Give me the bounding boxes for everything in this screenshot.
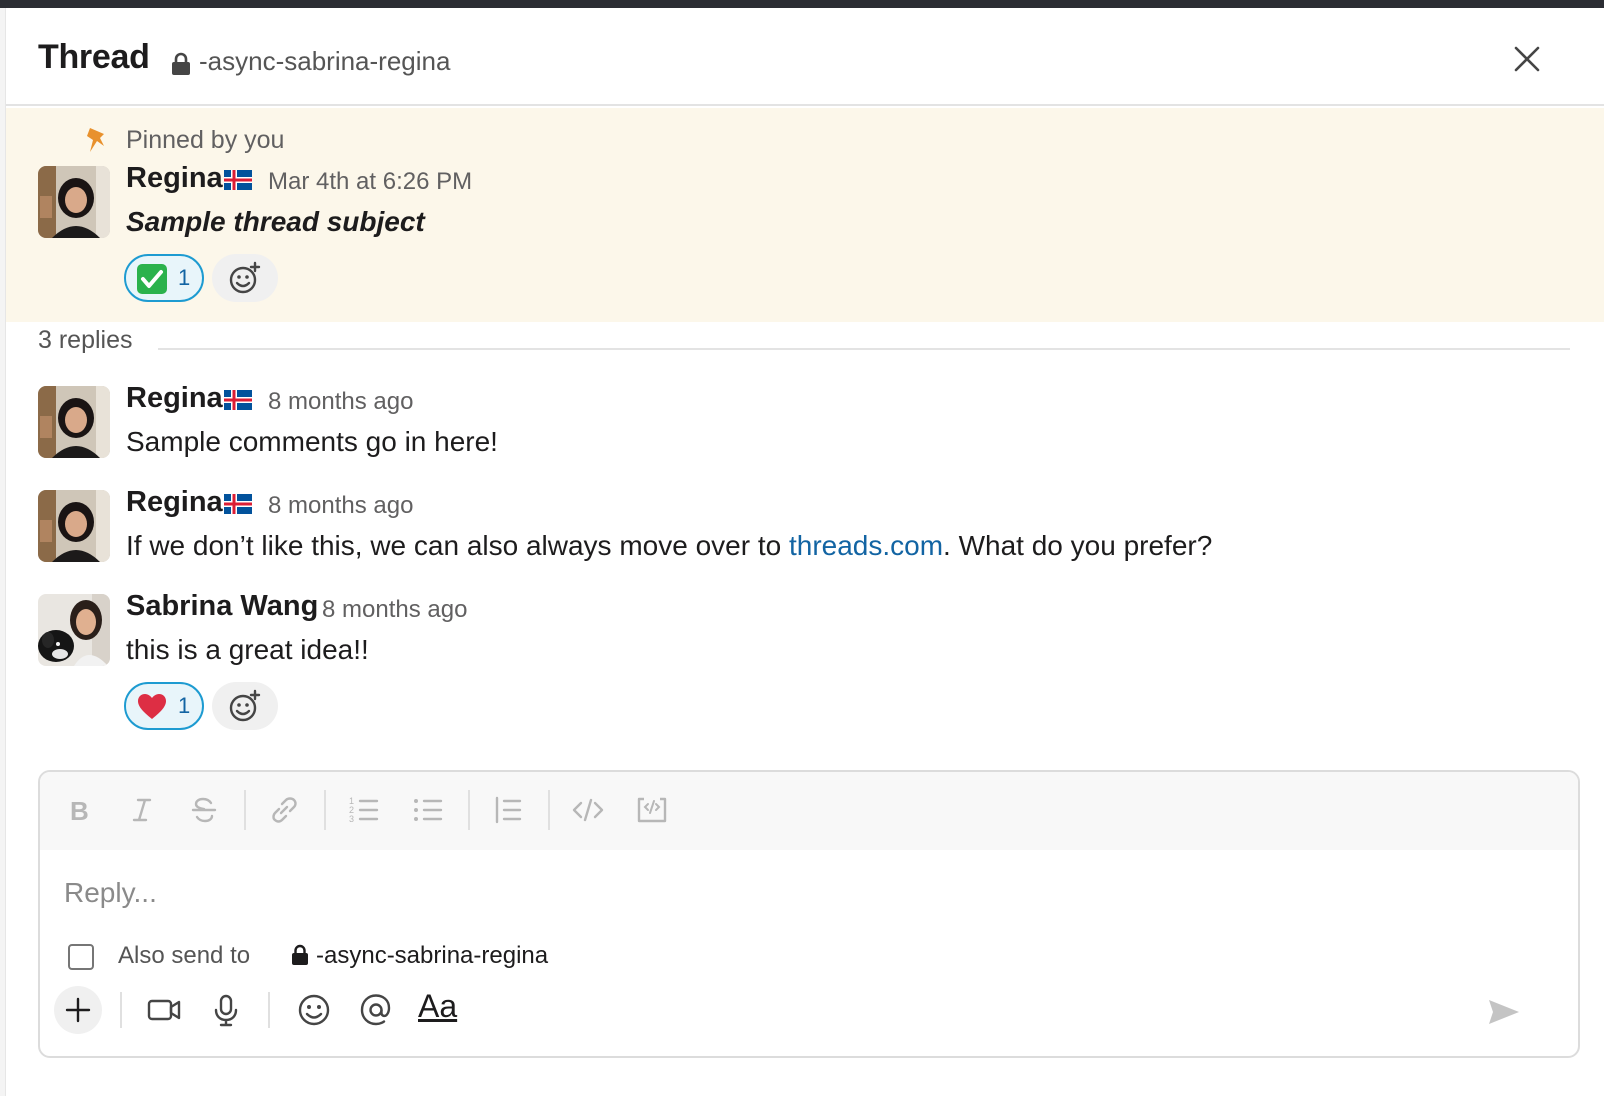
reply-composer: B 123 Also send to <box>38 770 1580 1058</box>
bulleted-list-button[interactable] <box>410 792 446 828</box>
bold-button[interactable]: B <box>62 792 98 828</box>
close-icon[interactable] <box>1510 42 1544 76</box>
message-author[interactable]: Regina <box>126 162 223 195</box>
send-icon[interactable] <box>1484 992 1524 1032</box>
emoji-icon <box>298 994 330 1026</box>
add-reaction-button[interactable] <box>212 254 278 302</box>
svg-text:3: 3 <box>349 814 354 824</box>
lock-icon <box>172 52 190 75</box>
code-icon <box>572 798 604 822</box>
also-send-checkbox[interactable] <box>68 944 94 970</box>
avatar[interactable] <box>38 386 110 458</box>
link-button[interactable] <box>266 792 302 828</box>
add-emoji-icon <box>229 689 261 722</box>
strikethrough-icon <box>191 797 217 823</box>
video-camera-icon <box>147 999 181 1021</box>
message-author[interactable]: Regina <box>126 486 223 519</box>
emoji-button[interactable] <box>290 986 338 1034</box>
reaction-heart[interactable]: 1 <box>124 682 204 730</box>
strikethrough-button[interactable] <box>186 792 222 828</box>
toolbar-divider <box>120 992 122 1028</box>
code-button[interactable] <box>570 792 606 828</box>
italic-button[interactable] <box>124 792 160 828</box>
window-top-bar <box>0 0 1604 8</box>
message-author[interactable]: Sabrina Wang <box>126 590 318 623</box>
also-send-label: Also send to <box>118 942 251 969</box>
bold-icon: B <box>70 796 89 826</box>
message-timestamp[interactable]: 8 months ago <box>322 596 467 624</box>
attach-button[interactable] <box>54 986 102 1034</box>
page-title: Thread <box>38 38 150 76</box>
toolbar-divider <box>244 790 246 830</box>
reply-input[interactable] <box>64 868 1464 918</box>
also-send-channel: -async-sabrina-regina <box>316 942 549 969</box>
message-text: Sample thread subject <box>126 206 425 237</box>
mention-button[interactable] <box>352 986 400 1034</box>
pin-icon <box>87 128 104 152</box>
ordered-list-icon: 123 <box>349 796 379 824</box>
pinned-label: Pinned by you <box>126 126 285 154</box>
audio-clip-button[interactable] <box>202 986 250 1034</box>
replies-divider <box>158 348 1570 350</box>
message-text: Sample comments go in here! <box>126 426 498 457</box>
plus-icon <box>65 997 91 1023</box>
avatar[interactable] <box>38 490 110 562</box>
message-text: this is a great idea!! <box>126 634 369 665</box>
thread-header: Thread -async-sabrina-regina <box>6 8 1604 106</box>
video-clip-button[interactable] <box>140 986 188 1034</box>
toolbar-divider <box>468 790 470 830</box>
check-mark-emoji-icon <box>137 264 167 294</box>
message-timestamp[interactable]: 8 months ago <box>268 388 413 416</box>
microphone-icon <box>214 994 238 1027</box>
heart-emoji-icon <box>138 694 166 719</box>
blockquote-button[interactable] <box>490 792 526 828</box>
message-text-part: If we don’t like this, we can also alway… <box>126 530 789 561</box>
svg-text:B: B <box>70 796 89 826</box>
avatar[interactable] <box>38 166 110 238</box>
pinned-message-section: Pinned by you Regina Mar 4th at 6:26 PM … <box>6 108 1604 322</box>
at-sign-icon <box>360 994 391 1026</box>
blockquote-icon <box>495 796 522 824</box>
message-timestamp[interactable]: 8 months ago <box>268 492 413 520</box>
formatting-toolbar: B 123 <box>40 772 1578 850</box>
italic-icon <box>132 798 152 822</box>
reaction-count: 1 <box>178 265 191 290</box>
toolbar-divider <box>268 992 270 1028</box>
link-icon <box>272 797 297 823</box>
message-author[interactable]: Regina <box>126 382 223 415</box>
add-emoji-icon <box>229 261 261 294</box>
bulleted-list-icon <box>414 799 443 821</box>
add-reaction-button[interactable] <box>212 682 278 730</box>
iceland-flag-icon <box>224 494 252 514</box>
toolbar-divider <box>324 790 326 830</box>
reaction-check[interactable]: 1 <box>124 254 204 302</box>
iceland-flag-icon <box>224 170 252 190</box>
ordered-list-button[interactable]: 123 <box>346 792 382 828</box>
threads-link[interactable]: threads.com <box>789 530 943 561</box>
avatar[interactable] <box>38 594 110 666</box>
code-block-button[interactable] <box>634 792 670 828</box>
message-timestamp[interactable]: Mar 4th at 6:26 PM <box>268 168 472 196</box>
toolbar-divider <box>548 790 550 830</box>
replies-count: 3 replies <box>38 326 133 354</box>
iceland-flag-icon <box>224 390 252 410</box>
message-text: If we don’t like this, we can also alway… <box>126 530 1212 562</box>
channel-name[interactable]: -async-sabrina-regina <box>199 46 450 77</box>
code-block-icon <box>637 797 667 823</box>
message-text-part: . What do you prefer? <box>943 530 1213 561</box>
reaction-count: 1 <box>178 693 191 718</box>
text-format-button[interactable]: Aa <box>418 988 457 1025</box>
lock-icon <box>292 944 308 965</box>
